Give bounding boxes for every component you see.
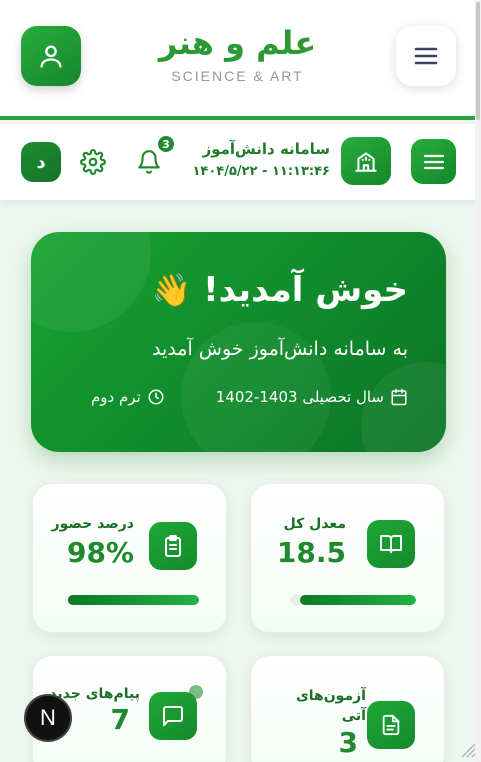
school-button[interactable] (341, 137, 391, 185)
app-header: علم و هنر SCIENCE & ART (0, 0, 475, 120)
gpa-label: معدل کل (283, 516, 346, 532)
main-menu-button[interactable] (396, 26, 456, 86)
gpa-card[interactable]: معدل کل 18.5 (250, 483, 445, 633)
resize-handle-icon[interactable] (458, 740, 476, 758)
hamburger-icon (423, 154, 444, 169)
gpa-value: 18.5 (276, 536, 346, 569)
welcome-title: خوش آمدید! 👋 (151, 270, 408, 310)
attendance-progress (65, 595, 199, 605)
document-icon (382, 714, 400, 736)
avatar[interactable]: د (21, 142, 61, 182)
exams-value: 3 (338, 726, 358, 759)
dev-tools-badge[interactable]: N (24, 694, 72, 742)
user-icon (40, 45, 62, 68)
clipboard-icon (165, 535, 181, 557)
attendance-card[interactable]: درصد حضور 98% (32, 483, 227, 633)
clock-icon (148, 389, 164, 405)
profile-button[interactable] (21, 26, 81, 86)
side-menu-button[interactable] (411, 139, 456, 184)
attendance-label: درصد حضور (51, 516, 134, 532)
school-icon (355, 152, 377, 172)
clipboard-icon-box (149, 522, 197, 570)
document-icon-box (367, 701, 415, 749)
gpa-progress (291, 595, 416, 605)
welcome-banner: خوش آمدید! 👋 به سامانه دانش‌آموز خوش آمد… (31, 232, 446, 452)
message-icon (163, 706, 183, 726)
bell-icon[interactable] (136, 148, 162, 176)
logo-subtitle: SCIENCE & ART (171, 68, 304, 84)
messages-value: 7 (110, 703, 130, 736)
exams-label: آزمون‌های آتی (295, 688, 366, 724)
system-title: سامانه دانش‌آموز (202, 140, 330, 158)
academic-year: سال تحصیلی 1403-1402 (216, 388, 408, 406)
book-icon (380, 535, 402, 553)
scrollbar-thumb[interactable] (476, 2, 480, 120)
message-icon-box (149, 692, 197, 740)
gear-icon[interactable] (80, 149, 106, 175)
hamburger-icon (414, 47, 438, 65)
notification-badge: 3 (156, 134, 176, 154)
exams-card[interactable]: آزمون‌های آتی 3 (250, 655, 445, 762)
system-datetime: ۱۴۰۴/۵/۲۲ - ۱۱:۱۳:۴۶ (192, 164, 331, 179)
book-icon-box (367, 520, 415, 568)
system-bar: د 3 سامانه دانش‌آموز ۱۴۰۴/۵/۲۲ - ۱۱:۱۳:۴… (0, 124, 475, 200)
attendance-value: 98% (66, 536, 134, 569)
logo-title: علم و هنر (158, 24, 317, 62)
calendar-icon (391, 388, 407, 406)
wave-emoji: 👋 (151, 271, 192, 309)
welcome-subtitle: به سامانه دانش‌آموز خوش آمدید (152, 338, 408, 360)
academic-term: ترم دوم (91, 388, 165, 406)
